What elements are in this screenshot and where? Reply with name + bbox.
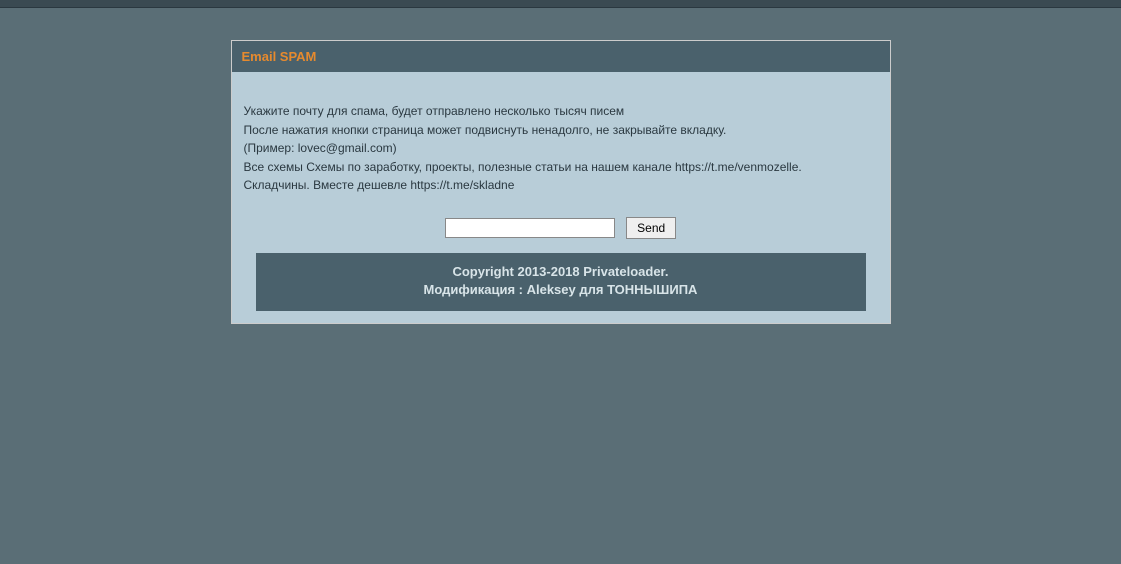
panel-header: Email SPAM	[232, 41, 890, 72]
email-input[interactable]	[445, 218, 615, 238]
instruction-line-2: После нажатия кнопки страница может подв…	[244, 121, 878, 140]
footer-block: Copyright 2013-2018 Privateloader. Модиф…	[256, 253, 866, 311]
panel-body: Укажите почту для спама, будет отправлен…	[232, 72, 890, 311]
footer-line-1: Copyright 2013-2018 Privateloader.	[264, 263, 858, 281]
send-button[interactable]: Send	[626, 217, 676, 239]
instruction-line-1: Укажите почту для спама, будет отправлен…	[244, 102, 878, 121]
top-bar	[0, 0, 1121, 8]
form-row: Send	[244, 217, 878, 239]
instruction-line-5: Складчины. Вместе дешевле https://t.me/s…	[244, 176, 878, 195]
panel-title: Email SPAM	[242, 49, 317, 64]
instruction-line-3: (Пример: lovec@gmail.com)	[244, 139, 878, 158]
instruction-line-4: Все схемы Схемы по заработку, проекты, п…	[244, 158, 878, 177]
footer-line-2: Модификация : Aleksey для ТОННЫШИПА	[264, 281, 858, 299]
page-wrap: Email SPAM Укажите почту для спама, буде…	[0, 8, 1121, 324]
main-panel: Email SPAM Укажите почту для спама, буде…	[231, 40, 891, 324]
